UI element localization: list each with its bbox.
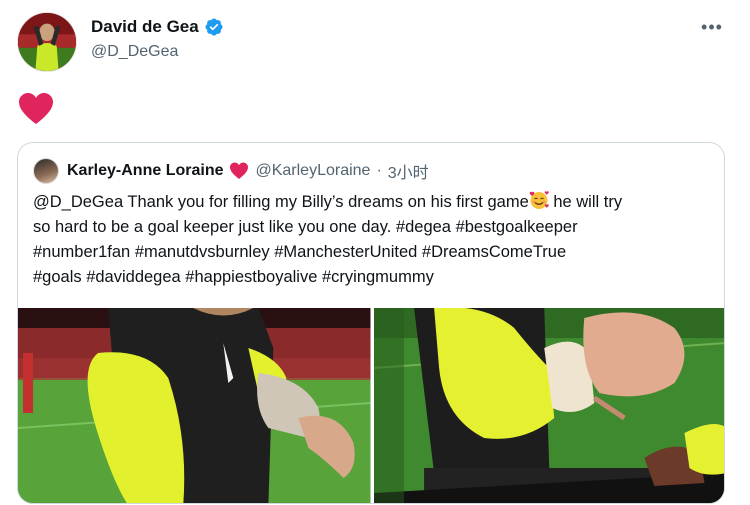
author-handle[interactable]: @D_DeGea [91, 43, 178, 61]
quoted-author-display-name: Karley-Anne Loraine [67, 162, 224, 179]
tweet: David de Gea @D_DeGea ••• Karley-Anne Lo… [0, 0, 750, 505]
quoted-text-segment: @D_DeGea Thank you for filling my Billy’… [33, 193, 529, 211]
author-avatar[interactable] [17, 12, 77, 72]
profile-photo-icon [18, 13, 76, 71]
media-photo-1[interactable] [18, 308, 371, 503]
goalkeeper-arm-photo [18, 308, 371, 503]
quoted-text-segment: he will try [548, 193, 623, 211]
red-heart-icon [19, 93, 53, 124]
media-photo-2[interactable] [373, 308, 724, 503]
goalkeeper-fist-photo [373, 308, 724, 503]
red-heart-icon [230, 162, 249, 179]
quoted-author-handle: @KarleyLoraine [255, 162, 371, 179]
quoted-text-line: @D_DeGea Thank you for filling my Billy’… [33, 190, 713, 215]
quoted-text-line: #number1fan #manutdvsburnley #Manchester… [33, 243, 567, 261]
quoted-tweet-media [18, 308, 724, 503]
quoted-text-line: #goals #daviddegea #happiestboyalive #cr… [33, 268, 434, 286]
quoted-tweet[interactable]: Karley-Anne Loraine @KarleyLoraine · 3小时… [17, 142, 725, 504]
separator-dot: · [376, 162, 382, 179]
quoted-text-line: so hard to be a goal keeper just like yo… [33, 218, 578, 236]
quoted-tweet-header: Karley-Anne Loraine @KarleyLoraine · 3小时 [33, 158, 429, 184]
author-display-name[interactable]: David de Gea [91, 17, 199, 37]
author-name-row: David de Gea [91, 17, 224, 37]
verified-badge-icon [205, 18, 223, 36]
quoted-tweet-timestamp[interactable]: 3小时 [388, 159, 429, 183]
more-options-button[interactable]: ••• [698, 16, 726, 38]
quoted-tweet-text: @D_DeGea Thank you for filling my Billy’… [33, 190, 713, 290]
quoted-author-avatar[interactable] [33, 158, 59, 184]
smiling-face-with-hearts-icon [529, 191, 549, 209]
more-options-icon: ••• [701, 17, 723, 37]
